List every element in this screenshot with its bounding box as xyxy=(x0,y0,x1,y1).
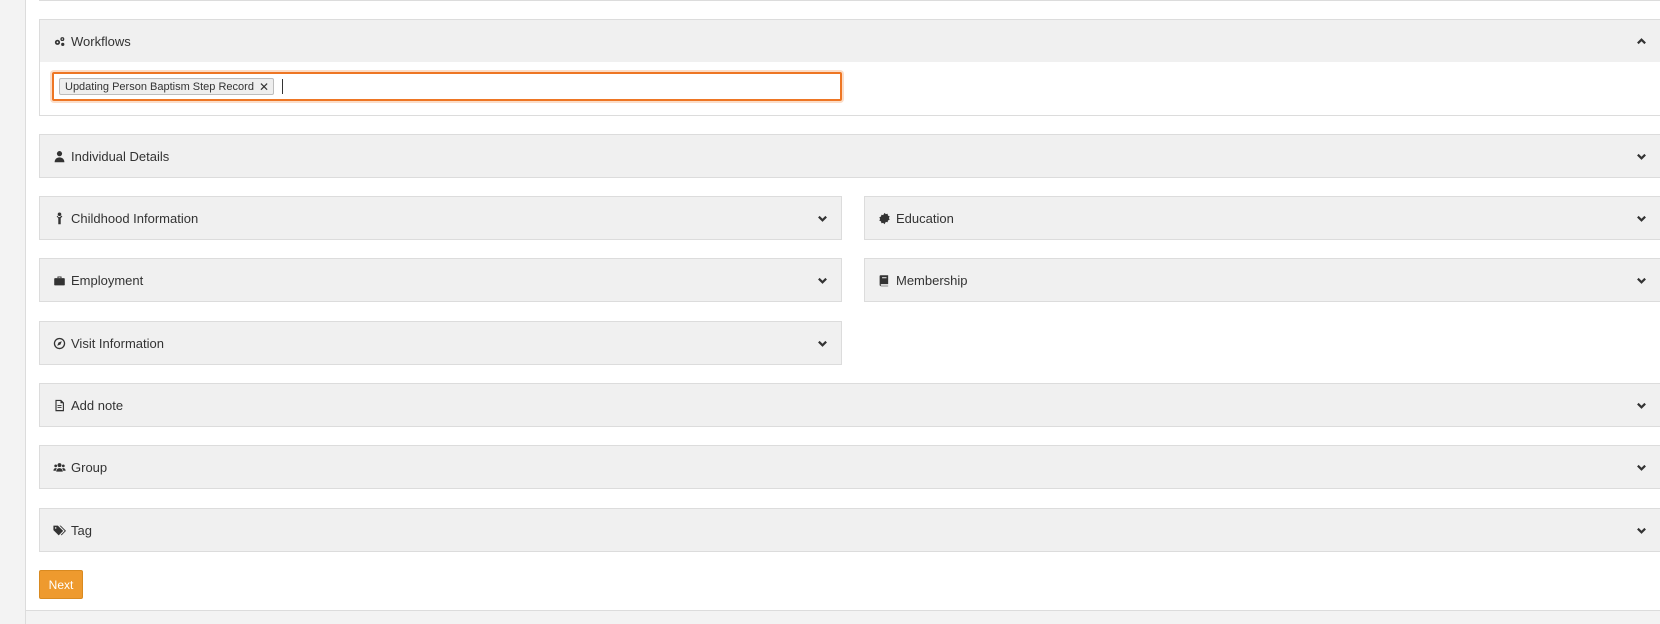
user-icon xyxy=(52,149,66,163)
membership-header[interactable]: Membership xyxy=(865,259,1660,301)
file-text-icon xyxy=(52,398,66,412)
visit-information-title: Visit Information xyxy=(71,335,164,351)
tag-title: Tag xyxy=(71,522,92,538)
page-left-margin xyxy=(0,0,26,624)
childhood-information-panel: Childhood Information xyxy=(39,196,842,240)
employment-title: Employment xyxy=(71,272,144,288)
chip-remove-icon[interactable]: ✕ xyxy=(259,81,269,93)
employment-header[interactable]: Employment xyxy=(40,259,841,301)
tag-header[interactable]: Tag xyxy=(40,509,1660,551)
visit-information-header[interactable]: Visit Information xyxy=(40,322,841,364)
workflow-chip: Updating Person Baptism Step Record ✕ xyxy=(59,78,274,95)
membership-title: Membership xyxy=(896,272,968,288)
individual-details-title: Individual Details xyxy=(71,148,170,164)
chevron-down-icon[interactable] xyxy=(815,273,829,287)
chevron-down-icon[interactable] xyxy=(815,336,829,350)
group-panel: Group xyxy=(39,445,1660,489)
chevron-down-icon[interactable] xyxy=(815,211,829,225)
chevron-down-icon[interactable] xyxy=(1634,398,1648,412)
cogs-icon xyxy=(52,34,66,48)
chevron-down-icon[interactable] xyxy=(1634,211,1648,225)
workflows-tag-input[interactable]: Updating Person Baptism Step Record ✕ xyxy=(52,72,842,101)
education-title: Education xyxy=(896,210,954,226)
group-title: Group xyxy=(71,459,108,475)
visit-information-panel: Visit Information xyxy=(39,321,842,365)
add-note-panel: Add note xyxy=(39,383,1660,427)
childhood-information-header[interactable]: Childhood Information xyxy=(40,197,841,239)
add-note-header[interactable]: Add note xyxy=(40,384,1660,426)
chevron-down-icon[interactable] xyxy=(1634,149,1648,163)
chevron-up-icon[interactable] xyxy=(1634,34,1648,48)
chevron-down-icon[interactable] xyxy=(1634,273,1648,287)
workflows-header[interactable]: Workflows xyxy=(40,20,1660,62)
next-button[interactable]: Next xyxy=(39,570,83,599)
previous-panel-border xyxy=(39,0,1660,1)
workflow-chip-label: Updating Person Baptism Step Record xyxy=(65,80,254,93)
workflows-panel: Workflows Updating Person Baptism Step R… xyxy=(39,19,1660,116)
book-icon xyxy=(877,273,891,287)
tag-panel: Tag xyxy=(39,508,1660,552)
chevron-down-icon[interactable] xyxy=(1634,523,1648,537)
compass-icon xyxy=(52,336,66,350)
employment-panel: Employment xyxy=(39,258,842,302)
education-header[interactable]: Education xyxy=(865,197,1660,239)
add-note-title: Add note xyxy=(71,397,124,413)
text-caret xyxy=(282,79,283,94)
certificate-icon xyxy=(877,211,891,225)
group-header[interactable]: Group xyxy=(40,446,1660,488)
briefcase-icon xyxy=(52,273,66,287)
individual-details-header[interactable]: Individual Details xyxy=(40,135,1660,177)
individual-details-panel: Individual Details xyxy=(39,134,1660,178)
tags-icon xyxy=(52,523,66,537)
child-icon xyxy=(52,211,66,225)
workflows-title: Workflows xyxy=(71,33,131,49)
childhood-information-title: Childhood Information xyxy=(71,210,199,226)
membership-panel: Membership xyxy=(864,258,1660,302)
page-bottom-margin xyxy=(26,610,1660,624)
users-icon xyxy=(52,460,66,474)
chevron-down-icon[interactable] xyxy=(1634,460,1648,474)
education-panel: Education xyxy=(864,196,1660,240)
